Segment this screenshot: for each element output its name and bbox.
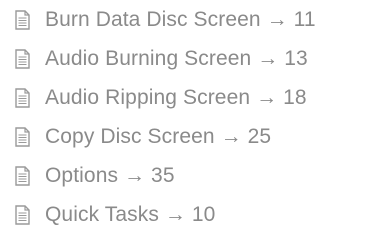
page-link-label: Copy Disc Screen → 25 (45, 125, 272, 148)
document-icon (9, 7, 35, 33)
page-link-label: Audio Ripping Screen → 18 (45, 86, 307, 109)
page-link-label: Options → 35 (45, 164, 175, 187)
page-link-copy-disc[interactable]: Copy Disc Screen → 25 (0, 119, 271, 155)
document-icon (9, 163, 35, 189)
page-link-options[interactable]: Options → 35 (0, 158, 175, 194)
document-icon (9, 46, 35, 72)
document-icon (9, 124, 35, 150)
page-link-label: Burn Data Disc Screen → 11 (45, 8, 316, 31)
page-link-label: Quick Tasks → 10 (45, 203, 216, 226)
page-link-audio-burning[interactable]: Audio Burning Screen → 13 (0, 41, 308, 77)
document-icon (9, 85, 35, 111)
page-link-label: Audio Burning Screen → 13 (45, 47, 308, 70)
page-link-quick-tasks[interactable]: Quick Tasks → 10 (0, 197, 215, 233)
document-icon (9, 202, 35, 228)
page-link-audio-ripping[interactable]: Audio Ripping Screen → 18 (0, 80, 307, 116)
page-link-burn-data-disc[interactable]: Burn Data Disc Screen → 11 (0, 2, 316, 38)
